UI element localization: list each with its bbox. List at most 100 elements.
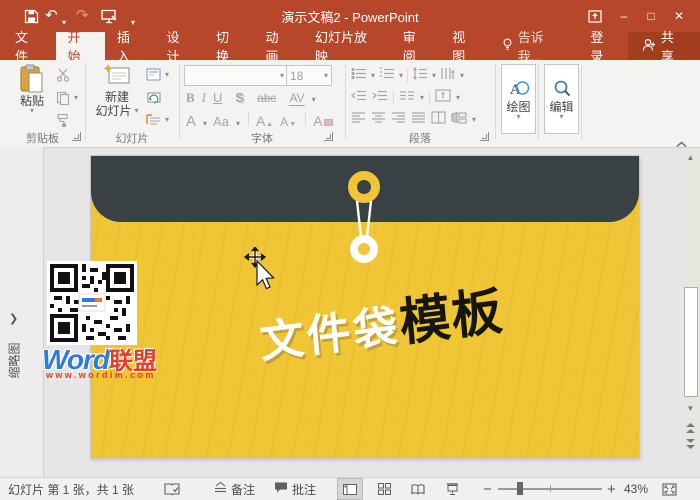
grow-font-button[interactable]: A▲ bbox=[256, 113, 273, 129]
editing-button[interactable]: 编辑 ▾ bbox=[544, 64, 579, 134]
numbering-dropdown-icon[interactable]: ▾ bbox=[399, 73, 403, 79]
change-case-dropdown-icon[interactable]: ▾ bbox=[236, 121, 240, 127]
underline-button[interactable]: U bbox=[213, 90, 222, 105]
decrease-indent-icon[interactable] bbox=[351, 89, 367, 107]
layout-icon[interactable] bbox=[146, 68, 161, 86]
comments-toggle[interactable]: 批注 bbox=[274, 478, 316, 500]
copy-dropdown-icon[interactable]: ▾ bbox=[74, 95, 78, 101]
spell-check-icon[interactable] bbox=[164, 478, 180, 500]
bullets-dropdown-icon[interactable]: ▾ bbox=[371, 73, 375, 79]
slide-sorter-view-button[interactable] bbox=[372, 479, 396, 499]
scrollbar-thumb[interactable] bbox=[684, 287, 698, 397]
zoom-out-button[interactable]: − bbox=[483, 478, 492, 500]
notes-toggle[interactable]: 备注 bbox=[214, 478, 255, 500]
increase-indent-icon[interactable] bbox=[372, 89, 388, 107]
reading-view-button[interactable] bbox=[406, 479, 430, 499]
justify-icon[interactable] bbox=[411, 111, 426, 129]
clear-formatting-button[interactable]: A bbox=[313, 113, 332, 129]
italic-button[interactable]: I bbox=[202, 90, 206, 106]
tab-home[interactable]: 开始 bbox=[56, 32, 106, 60]
tab-animations[interactable]: 动画 bbox=[254, 32, 304, 60]
strikethrough-button[interactable]: abc bbox=[257, 91, 276, 105]
character-spacing-button[interactable]: AV bbox=[289, 91, 304, 106]
spacing-dropdown-icon[interactable]: ▾ bbox=[312, 97, 316, 103]
section-icon[interactable] bbox=[146, 113, 161, 131]
shrink-font-button[interactable]: A▼ bbox=[280, 115, 296, 129]
smartart-convert-icon[interactable] bbox=[451, 111, 467, 129]
paragraph-dialog-launcher[interactable] bbox=[480, 132, 489, 141]
add-columns-icon[interactable] bbox=[399, 89, 415, 107]
ribbon-tab-row: 文件 开始 插入 设计 切换 动画 幻灯片放映 审阅 视图 告诉我... 登录 … bbox=[0, 32, 700, 60]
font-color-dropdown-icon[interactable]: ▾ bbox=[203, 121, 207, 127]
comment-icon bbox=[274, 481, 288, 497]
section-dropdown-icon[interactable]: ▾ bbox=[165, 117, 169, 123]
line-spacing-icon[interactable] bbox=[412, 67, 428, 85]
share-person-icon bbox=[642, 38, 656, 55]
tab-design[interactable]: 设计 bbox=[155, 32, 205, 60]
align-right-icon[interactable] bbox=[391, 111, 406, 129]
zoom-percentage[interactable]: 43% bbox=[624, 478, 648, 500]
bullets-icon[interactable] bbox=[351, 67, 367, 85]
string-tie-bottom-ring-shape[interactable] bbox=[350, 235, 378, 263]
font-name-combobox[interactable]: ▾ bbox=[184, 65, 288, 86]
cut-icon[interactable] bbox=[56, 68, 71, 87]
align-left-icon[interactable] bbox=[351, 111, 366, 129]
bold-button[interactable]: B bbox=[186, 90, 195, 106]
sign-in-button[interactable]: 登录 bbox=[578, 32, 628, 60]
minimize-button[interactable]: – bbox=[611, 5, 637, 27]
scroll-down-icon[interactable]: ▼ bbox=[683, 401, 698, 415]
align-text-dropdown-icon[interactable]: ▾ bbox=[456, 95, 460, 101]
slide-title-white-text: 文件袋 bbox=[258, 302, 402, 368]
maximize-button[interactable]: □ bbox=[638, 5, 664, 27]
tab-transitions[interactable]: 切换 bbox=[204, 32, 254, 60]
tell-me-box[interactable]: 告诉我... bbox=[490, 32, 579, 60]
next-slide-icon[interactable] bbox=[683, 437, 698, 451]
slide-canvas[interactable]: 文件袋模板 bbox=[91, 156, 639, 458]
paragraph-group-label: 段落 bbox=[345, 130, 495, 146]
reset-slide-icon[interactable] bbox=[146, 91, 161, 109]
ribbon-display-options-icon[interactable] bbox=[582, 5, 608, 27]
font-extra-row: A ▾ Aa ▾ A▲ A▼ A bbox=[186, 112, 340, 130]
text-shadow-button[interactable]: S bbox=[235, 90, 244, 105]
change-case-button[interactable]: Aa bbox=[213, 114, 229, 129]
drawing-button[interactable]: A 绘图 ▾ bbox=[501, 64, 536, 134]
font-color-button[interactable]: A bbox=[186, 113, 196, 130]
close-button[interactable]: ✕ bbox=[666, 5, 692, 27]
normal-view-button[interactable] bbox=[338, 479, 362, 499]
clipboard-dialog-launcher[interactable] bbox=[72, 132, 81, 141]
tab-view[interactable]: 视图 bbox=[440, 32, 490, 60]
slide-title-black-text: 模板 bbox=[397, 282, 505, 351]
paste-button[interactable]: 粘贴 ▾ bbox=[12, 64, 52, 114]
move-cursor bbox=[243, 247, 277, 293]
zoom-in-button[interactable]: + bbox=[607, 478, 616, 500]
vertical-scrollbar[interactable]: ▲ ▼ bbox=[683, 149, 698, 455]
previous-slide-icon[interactable] bbox=[683, 421, 698, 435]
zoom-slider-center-tick bbox=[550, 485, 551, 492]
smartart-dropdown-icon[interactable]: ▾ bbox=[472, 117, 476, 123]
share-button[interactable]: 共享 bbox=[628, 32, 700, 60]
columns-dropdown-icon[interactable]: ▾ bbox=[420, 95, 424, 101]
scroll-up-icon[interactable]: ▲ bbox=[683, 150, 698, 164]
text-direction-icon[interactable] bbox=[440, 67, 456, 85]
tab-slideshow[interactable]: 幻灯片放映 bbox=[303, 32, 391, 60]
slideshow-view-button[interactable] bbox=[440, 479, 464, 499]
align-text-icon[interactable] bbox=[435, 89, 451, 107]
text-direction-dropdown-icon[interactable]: ▾ bbox=[460, 73, 464, 79]
tab-review[interactable]: 审阅 bbox=[391, 32, 441, 60]
split-columns-icon[interactable] bbox=[431, 111, 446, 129]
line-spacing-dropdown-icon[interactable]: ▾ bbox=[432, 73, 436, 79]
fit-to-window-icon[interactable] bbox=[662, 478, 677, 500]
tab-file[interactable]: 文件 bbox=[0, 32, 56, 60]
copy-icon[interactable] bbox=[56, 91, 70, 110]
zoom-slider-thumb[interactable] bbox=[517, 482, 523, 495]
status-bar: 幻灯片 第 1 张，共 1 张 备注 批注 − + 43% bbox=[0, 477, 700, 500]
tab-insert[interactable]: 插入 bbox=[105, 32, 155, 60]
font-size-combobox[interactable]: 18▾ bbox=[286, 65, 332, 86]
new-slide-button[interactable]: 新建 幻灯片▾ bbox=[92, 64, 142, 118]
expand-pane-chevron-icon[interactable]: ❯ bbox=[9, 312, 18, 325]
numbering-icon[interactable] bbox=[379, 67, 395, 85]
align-center-icon[interactable] bbox=[371, 111, 386, 129]
layout-dropdown-icon[interactable]: ▾ bbox=[165, 72, 169, 78]
font-dialog-launcher[interactable] bbox=[324, 132, 333, 141]
thumbnails-pane-collapsed[interactable]: ❯ 缩略图 bbox=[0, 147, 44, 477]
